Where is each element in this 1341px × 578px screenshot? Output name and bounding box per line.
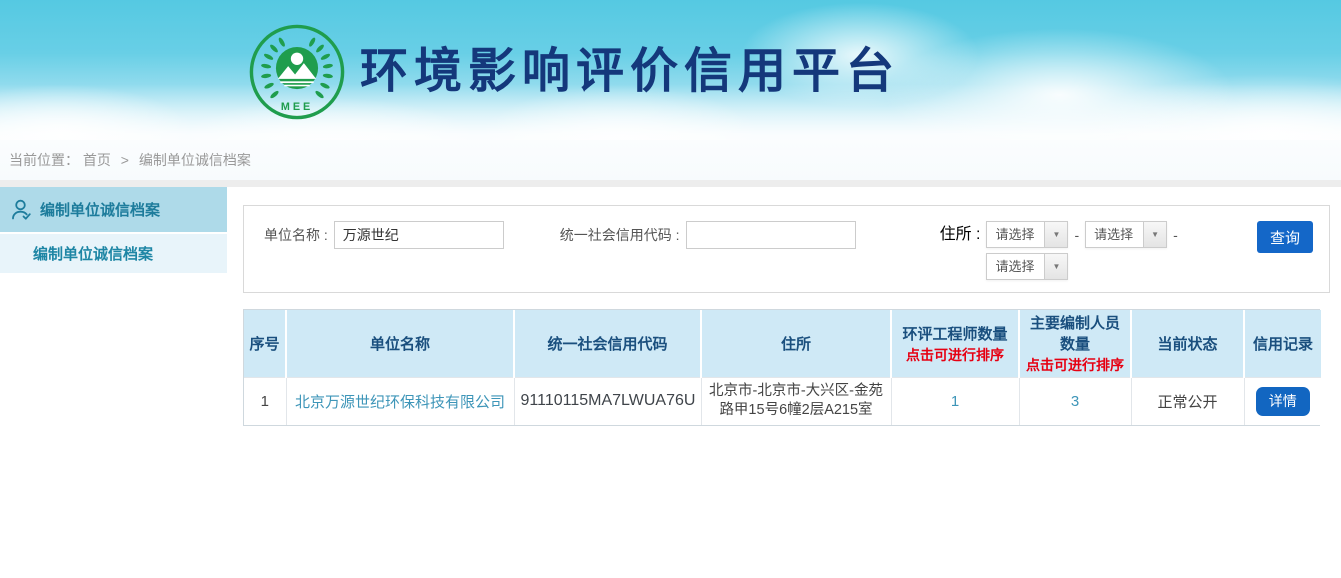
svg-text:MEE: MEE xyxy=(281,101,313,113)
mee-logo-icon: MEE xyxy=(248,23,346,121)
address-label: 住所 : xyxy=(940,221,981,248)
detail-button[interactable]: 详情 xyxy=(1256,387,1310,416)
engineer-count-link[interactable]: 1 xyxy=(951,393,959,410)
breadcrumb-home-link[interactable]: 首页 xyxy=(83,152,111,168)
sidebar-subitem-label: 编制单位诚信档案 xyxy=(33,243,153,264)
credit-code-label: 统一社会信用代码 : xyxy=(560,225,680,245)
col-header-status: 当前状态 xyxy=(1131,310,1244,378)
content-area: 单位名称 : 统一社会信用代码 : 住所 : 请选择 ▼ xyxy=(227,187,1341,578)
city-select-value: 请选择 xyxy=(1086,222,1143,247)
unit-name-link[interactable]: 北京万源世纪环保科技有限公司 xyxy=(295,394,505,411)
search-panel: 单位名称 : 统一社会信用代码 : 住所 : 请选择 ▼ xyxy=(243,205,1330,293)
staff-count-link[interactable]: 3 xyxy=(1071,393,1079,410)
address-dash: - xyxy=(1173,227,1178,243)
cell-index: 1 xyxy=(244,378,286,425)
table-header-row: 序号 单位名称 统一社会信用代码 住所 环评工程师数量 点击可进行排序 主要编制… xyxy=(244,310,1321,378)
chevron-down-icon[interactable]: ▼ xyxy=(1044,222,1067,247)
sidebar-item-label: 编制单位诚信档案 xyxy=(40,199,160,220)
sort-hint: 点击可进行排序 xyxy=(1024,355,1126,375)
chevron-down-icon[interactable]: ▼ xyxy=(1143,222,1166,247)
col-header-engineer-count[interactable]: 环评工程师数量 点击可进行排序 xyxy=(891,310,1019,378)
table-row: 1 北京万源世纪环保科技有限公司 91110115MA7LWUA76U 北京市-… xyxy=(244,378,1321,425)
cell-address: 北京市-北京市-大兴区-金苑路甲15号6幢2层A215室 xyxy=(701,378,891,425)
person-check-icon xyxy=(10,198,34,222)
page: MEE 环境影响评价信用平台 当前位置： 首页 > 编制单位诚信档案 编制单位诚… xyxy=(0,0,1341,578)
sidebar-subitem-unit-credit-archive[interactable]: 编制单位诚信档案 xyxy=(0,232,227,273)
unit-name-field-group: 单位名称 : xyxy=(264,221,504,249)
col-header-credit-code: 统一社会信用代码 xyxy=(514,310,701,378)
results-table: 序号 单位名称 统一社会信用代码 住所 环评工程师数量 点击可进行排序 主要编制… xyxy=(243,309,1320,426)
address-selects: 请选择 ▼ - 请选择 ▼ - 请选择 xyxy=(986,221,1183,280)
district-select-value: 请选择 xyxy=(987,254,1044,279)
site-title: 环境影响评价信用平台 xyxy=(360,22,900,122)
col-header-index: 序号 xyxy=(244,310,286,378)
province-select[interactable]: 请选择 ▼ xyxy=(986,221,1068,248)
query-button[interactable]: 查询 xyxy=(1257,221,1313,253)
city-select[interactable]: 请选择 ▼ xyxy=(1085,221,1167,248)
cell-credit-code: 91110115MA7LWUA76U xyxy=(514,378,701,425)
main-area: 编制单位诚信档案 编制单位诚信档案 单位名称 : 统一社会信用代码 : 住所 : xyxy=(0,187,1341,578)
province-select-value: 请选择 xyxy=(987,222,1044,247)
cell-status: 正常公开 xyxy=(1131,378,1244,425)
chevron-down-icon[interactable]: ▼ xyxy=(1044,254,1067,279)
col-header-staff-count[interactable]: 主要编制人员数量 点击可进行排序 xyxy=(1019,310,1131,378)
breadcrumb-separator: > xyxy=(121,152,129,168)
breadcrumb: 当前位置： 首页 > 编制单位诚信档案 xyxy=(0,140,1341,180)
site-header: MEE 环境影响评价信用平台 xyxy=(0,0,1341,140)
district-select[interactable]: 请选择 ▼ xyxy=(986,253,1068,280)
sidebar: 编制单位诚信档案 编制单位诚信档案 xyxy=(0,187,227,578)
breadcrumb-prefix: 当前位置： xyxy=(9,152,79,168)
col-header-unit-name: 单位名称 xyxy=(286,310,514,378)
credit-code-field-group: 统一社会信用代码 : xyxy=(560,221,856,249)
credit-code-input[interactable] xyxy=(686,221,856,249)
unit-name-input[interactable] xyxy=(334,221,504,249)
header-divider xyxy=(0,180,1341,187)
sidebar-item-unit-credit-archive[interactable]: 编制单位诚信档案 xyxy=(0,187,227,232)
col-header-address: 住所 xyxy=(701,310,891,378)
breadcrumb-current: 编制单位诚信档案 xyxy=(139,152,251,168)
unit-name-label: 单位名称 : xyxy=(264,225,328,245)
address-field-group: 住所 : 请选择 ▼ - 请选择 ▼ - xyxy=(940,221,1184,280)
col-header-credit-record: 信用记录 xyxy=(1244,310,1321,378)
brand: MEE 环境影响评价信用平台 xyxy=(248,22,900,122)
address-dash: - xyxy=(1074,227,1079,243)
sort-hint: 点击可进行排序 xyxy=(896,345,1014,365)
